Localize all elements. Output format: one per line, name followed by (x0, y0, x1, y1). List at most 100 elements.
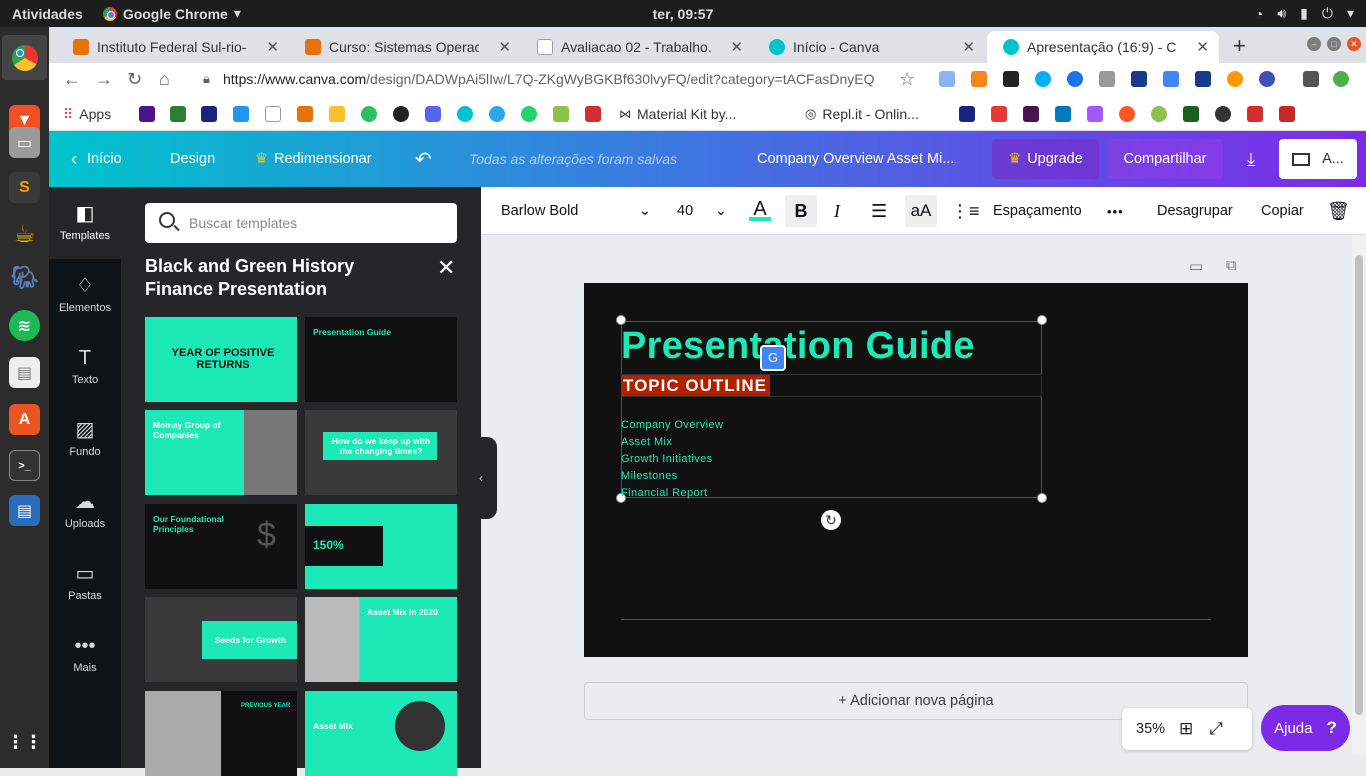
ungroup-button[interactable]: Desagrupar (1157, 187, 1233, 235)
extension-icon[interactable] (1259, 71, 1275, 87)
activities-button[interactable]: Atividades (12, 6, 83, 22)
bookmark-icon[interactable] (233, 106, 249, 122)
teapot-icon[interactable]: ☕︎ (9, 219, 40, 250)
puzzle-icon[interactable] (1303, 71, 1319, 87)
slide-subtitle[interactable]: TOPIC OUTLINE (621, 375, 770, 396)
rotate-icon[interactable]: ↻ (821, 510, 841, 530)
translate-icon[interactable] (1163, 71, 1179, 87)
headphones-icon[interactable] (1215, 106, 1231, 122)
reload-icon[interactable]: ↻ (127, 69, 142, 90)
extension-icon[interactable] (1099, 71, 1115, 87)
extension-icon[interactable] (1195, 71, 1211, 87)
bookmark-replit[interactable]: ◎ Repl.it - Onlin... (805, 103, 919, 125)
bookmark-icon[interactable] (1279, 106, 1295, 122)
libreoffice-writer-icon[interactable]: ▤ (9, 495, 40, 526)
zoom-level[interactable]: 35% (1136, 721, 1165, 737)
duplicate-page-icon[interactable]: ⧉ (1226, 257, 1237, 274)
design-menu[interactable]: Design (170, 131, 215, 187)
document-icon[interactable]: ▤ (9, 357, 40, 388)
rail-item-uploads[interactable]: ☁ Uploads (49, 475, 121, 547)
canva-icon[interactable] (457, 106, 473, 122)
tab-apresentacao[interactable]: Apresentação (16:9) - Co ✕ (987, 31, 1219, 63)
software-store-icon[interactable]: A (9, 404, 40, 435)
present-button[interactable]: A... (1279, 139, 1357, 179)
github-icon[interactable] (393, 106, 409, 122)
minimize-icon[interactable]: – (1307, 37, 1321, 51)
bookmark-icon[interactable] (297, 106, 313, 122)
bookmark-icon[interactable] (1151, 106, 1167, 122)
bookmark-icon[interactable] (170, 106, 186, 122)
template-thumbnail[interactable]: 150% (305, 504, 457, 589)
address-bar[interactable]: 🔒︎ https://www.canva.com/design/DADWpAi5… (199, 65, 919, 93)
spacing-button[interactable]: Espaçamento (993, 187, 1082, 235)
close-icon[interactable]: ✕ (962, 38, 975, 56)
forward-icon[interactable]: → (95, 69, 113, 90)
extension-icon[interactable] (939, 71, 955, 87)
spotify-icon[interactable]: ≋ (9, 310, 40, 341)
evernote-icon[interactable] (361, 106, 377, 122)
extension-icon[interactable] (1131, 71, 1147, 87)
bookmark-icon[interactable] (139, 106, 155, 122)
app-menu[interactable]: Google Chrome ▾ (102, 5, 241, 22)
rail-item-elements[interactable]: ♢ Elementos (49, 259, 121, 331)
fullscreen-icon[interactable]: ⤢ (1209, 719, 1223, 739)
bookmark-icon[interactable] (201, 106, 217, 122)
rail-item-templates[interactable]: ◧ Templates (49, 187, 121, 259)
shield-icon[interactable] (1003, 71, 1019, 87)
bookmark-icon[interactable] (1119, 106, 1135, 122)
font-size-select[interactable]: 40 ⌄ (677, 187, 727, 235)
template-thumbnail[interactable]: YEAR OF POSITIVE RETURNS (145, 317, 297, 402)
close-icon[interactable]: ✕ (1196, 38, 1209, 56)
scrollbar[interactable] (1352, 235, 1366, 755)
bookmark-icon[interactable] (585, 106, 601, 122)
template-thumbnail[interactable]: How do we keep up with the changing time… (305, 410, 457, 495)
italic-button[interactable]: I (834, 187, 840, 235)
trello-icon[interactable] (1055, 106, 1071, 122)
bookmark-icon[interactable] (991, 106, 1007, 122)
collapse-panel-handle[interactable]: ‹ (465, 437, 497, 519)
rail-item-text[interactable]: T Texto (49, 331, 121, 403)
list-icon[interactable]: ⋮≡ (951, 187, 980, 235)
chrome-icon[interactable] (2, 35, 47, 80)
grid-view-icon[interactable]: ⊞ (1179, 719, 1193, 739)
slack-icon[interactable] (1023, 106, 1039, 122)
template-thumbnail[interactable]: PREVIOUS YEAR (145, 691, 297, 776)
discord-icon[interactable] (425, 106, 441, 122)
trash-icon[interactable]: 🗑︎ (1327, 187, 1350, 235)
help-button[interactable]: Ajuda ? (1261, 705, 1350, 751)
tab-avaliacao[interactable]: Avaliacao 02 - Trabalho.p ✕ (521, 31, 753, 63)
close-icon[interactable]: ✕ (498, 38, 511, 56)
whatsapp-icon[interactable] (521, 106, 537, 122)
template-thumbnail[interactable]: Our Foundational Principles $ (145, 504, 297, 589)
terminal-icon[interactable]: >_ (9, 450, 40, 481)
comment-icon[interactable]: ▭ (1189, 257, 1203, 275)
sublime-icon[interactable]: S (9, 172, 40, 203)
close-icon[interactable]: ✕ (437, 255, 455, 281)
extension-icon[interactable] (1067, 71, 1083, 87)
document-title[interactable]: Company Overview Asset Mi... (757, 131, 954, 187)
new-tab-icon[interactable]: + (1233, 33, 1246, 59)
tab-curso[interactable]: Curso: Sistemas Operaci ✕ (289, 31, 521, 63)
resize-handle[interactable] (616, 315, 626, 325)
tab-inicio-canva[interactable]: Início - Canva ✕ (753, 31, 985, 63)
font-family-select[interactable]: Barlow Bold ⌄ (501, 187, 651, 235)
share-button[interactable]: Compartilhar (1107, 139, 1223, 179)
template-thumbnail[interactable]: Momay Group of Companies (145, 410, 297, 495)
slide-title[interactable]: Presentation Guide (621, 325, 975, 368)
search-input[interactable]: Buscar templates (145, 203, 457, 243)
bookmark-apps[interactable]: ⠿ Apps (63, 103, 111, 125)
bookmark-icon[interactable] (329, 106, 345, 122)
translate-icon[interactable]: G (760, 345, 786, 371)
bookmark-icon[interactable] (1183, 106, 1199, 122)
home-button[interactable]: ‹ Início (71, 131, 122, 187)
template-thumbnail[interactable]: Seeds for Growth (145, 597, 297, 682)
copy-style-button[interactable]: Copiar (1261, 187, 1304, 235)
case-button[interactable]: aA (905, 187, 937, 235)
rail-item-background[interactable]: ▨ Fundo (49, 403, 121, 475)
resize-button[interactable]: ♛ Redimensionar (255, 131, 372, 187)
template-thumbnail[interactable]: Asset Mix (305, 691, 457, 776)
telegram-icon[interactable] (489, 106, 505, 122)
template-thumbnail[interactable]: Presentation Guide (305, 317, 457, 402)
bookmark-icon[interactable] (959, 106, 975, 122)
close-icon[interactable]: ✕ (730, 38, 743, 56)
